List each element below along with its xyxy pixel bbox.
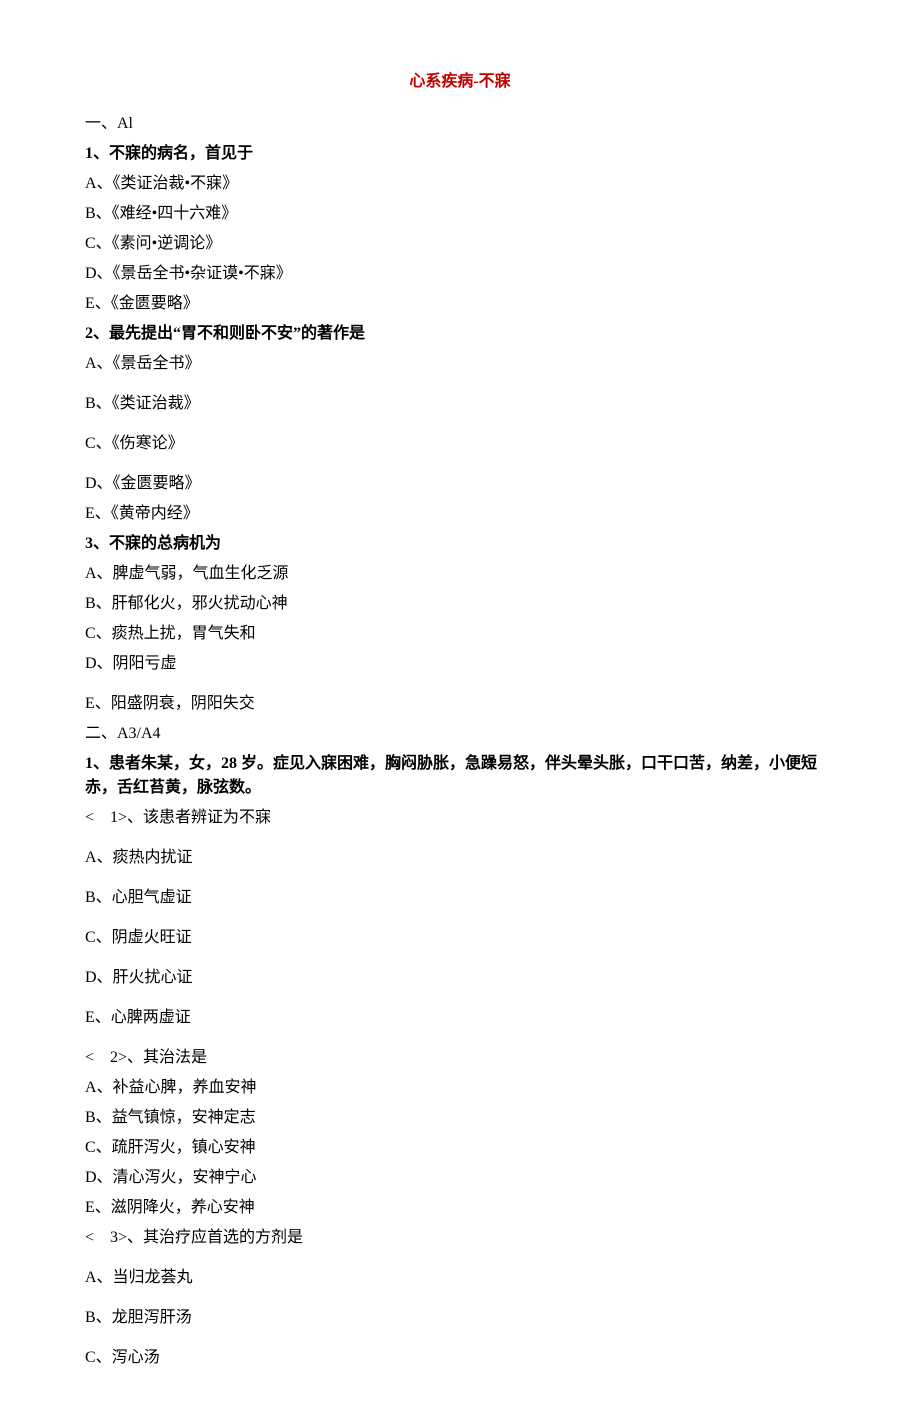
q2-option-d: D、《金匮要略》 — [85, 472, 835, 496]
q2-option-a: A、《景岳全书》 — [85, 352, 835, 376]
q1-stem: 1、不寐的病名，首见于 — [85, 142, 835, 166]
case1-sub2-d: D、清心泻火，安神宁心 — [85, 1166, 835, 1190]
section-label-a3a4: 二、A3/A4 — [85, 722, 835, 746]
case1-sub2-label: < 2>、其治法是 — [85, 1046, 835, 1070]
q1-option-e: E、《金匮要略》 — [85, 292, 835, 316]
q2-option-b: B、《类证治裁》 — [85, 392, 835, 416]
case1-sub1-c: C、阴虚火旺证 — [85, 926, 835, 950]
q3-option-d: D、阴阳亏虚 — [85, 652, 835, 676]
q3-option-b: B、肝郁化火，邪火扰动心神 — [85, 592, 835, 616]
case1-sub3-label: < 3>、其治疗应首选的方剂是 — [85, 1226, 835, 1250]
document-page: 心系疾病-不寐 一、Al 1、不寐的病名，首见于 A、《类证治裁•不寐》 B、《… — [0, 0, 920, 1416]
case1-sub1-b: B、心胆气虚证 — [85, 886, 835, 910]
q2-option-e: E、《黄帝内经》 — [85, 502, 835, 526]
case1-sub2-b: B、益气镇惊，安神定志 — [85, 1106, 835, 1130]
q3-option-e: E、阳盛阴衰，阴阳失交 — [85, 692, 835, 716]
q2-option-c: C、《伤寒论》 — [85, 432, 835, 456]
case1-sub2-c: C、疏肝泻火，镇心安神 — [85, 1136, 835, 1160]
case1-sub3-c: C、泻心汤 — [85, 1346, 835, 1370]
q3-option-c: C、痰热上扰，胃气失和 — [85, 622, 835, 646]
q1-option-d: D、《景岳全书•杂证谟•不寐》 — [85, 262, 835, 286]
case1-sub1-a: A、痰热内扰证 — [85, 846, 835, 870]
q1-option-b: B、《难经•四十六难》 — [85, 202, 835, 226]
page-title: 心系疾病-不寐 — [85, 70, 835, 94]
case1-sub1-label: < 1>、该患者辨证为不寐 — [85, 806, 835, 830]
q1-option-c: C、《素问•逆调论》 — [85, 232, 835, 256]
case1-sub3-b: B、龙胆泻肝汤 — [85, 1306, 835, 1330]
q1-option-a: A、《类证治裁•不寐》 — [85, 172, 835, 196]
case1-sub1-d: D、肝火扰心证 — [85, 966, 835, 990]
case1-sub2-e: E、滋阴降火，养心安神 — [85, 1196, 835, 1220]
case1-sub2-a: A、补益心脾，养血安神 — [85, 1076, 835, 1100]
case1-stem: 1、患者朱某，女，28 岁。症见入寐困难，胸闷胁胀，急躁易怒，伴头晕头胀，口干口… — [85, 752, 835, 800]
q3-option-a: A、脾虚气弱，气血生化乏源 — [85, 562, 835, 586]
q3-stem: 3、不寐的总病机为 — [85, 532, 835, 556]
q2-stem: 2、最先提出“胃不和则卧不安”的著作是 — [85, 322, 835, 346]
section-label-a1: 一、Al — [85, 112, 835, 136]
case1-sub1-e: E、心脾两虚证 — [85, 1006, 835, 1030]
case1-sub3-a: A、当归龙荟丸 — [85, 1266, 835, 1290]
